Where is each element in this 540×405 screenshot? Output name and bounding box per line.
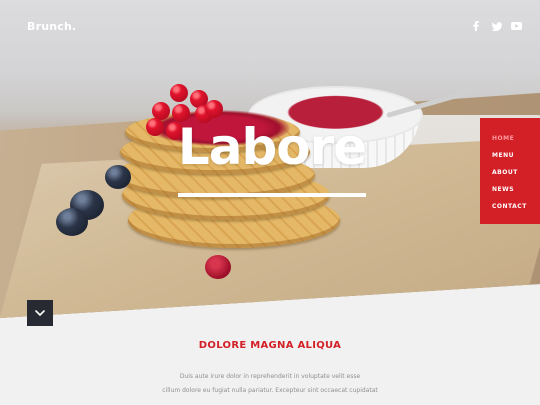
nav-item-news[interactable]: NEWS	[492, 181, 540, 198]
chevron-down-icon	[35, 310, 45, 316]
blueberry	[105, 165, 131, 189]
blueberry	[56, 208, 88, 236]
facebook-icon[interactable]	[470, 20, 482, 32]
hero-headline: Labore	[177, 118, 367, 176]
nav-item-menu[interactable]: MENU	[492, 147, 540, 164]
nav-item-about[interactable]: ABOUT	[492, 164, 540, 181]
nav-item-home[interactable]: HOME	[492, 130, 540, 147]
section-line: Duis aute irure dolor in reprehenderit i…	[179, 373, 361, 380]
section-title: DOLORE MAGNA ALIQUA	[198, 340, 342, 351]
youtube-icon[interactable]	[510, 20, 522, 32]
nav-item-contact[interactable]: CONTACT	[492, 198, 540, 215]
section-line: cillum dolore eu fugiat nulla pariatur. …	[162, 387, 378, 394]
main-nav: HOME MENU ABOUT NEWS CONTACT	[480, 118, 540, 224]
jam-drop	[205, 255, 231, 279]
red-currant	[205, 100, 223, 118]
scroll-down-button[interactable]	[27, 300, 53, 326]
intro-section: DOLORE MAGNA ALIQUA Duis aute irure dolo…	[0, 340, 540, 398]
red-currant	[146, 118, 164, 136]
headline-underline	[178, 193, 366, 197]
twitter-icon[interactable]	[490, 20, 502, 32]
section-text: Duis aute irure dolor in reprehenderit i…	[0, 370, 540, 398]
social-links	[470, 20, 522, 32]
red-currant	[170, 84, 188, 102]
site-logo[interactable]: Brunch.	[27, 20, 76, 33]
